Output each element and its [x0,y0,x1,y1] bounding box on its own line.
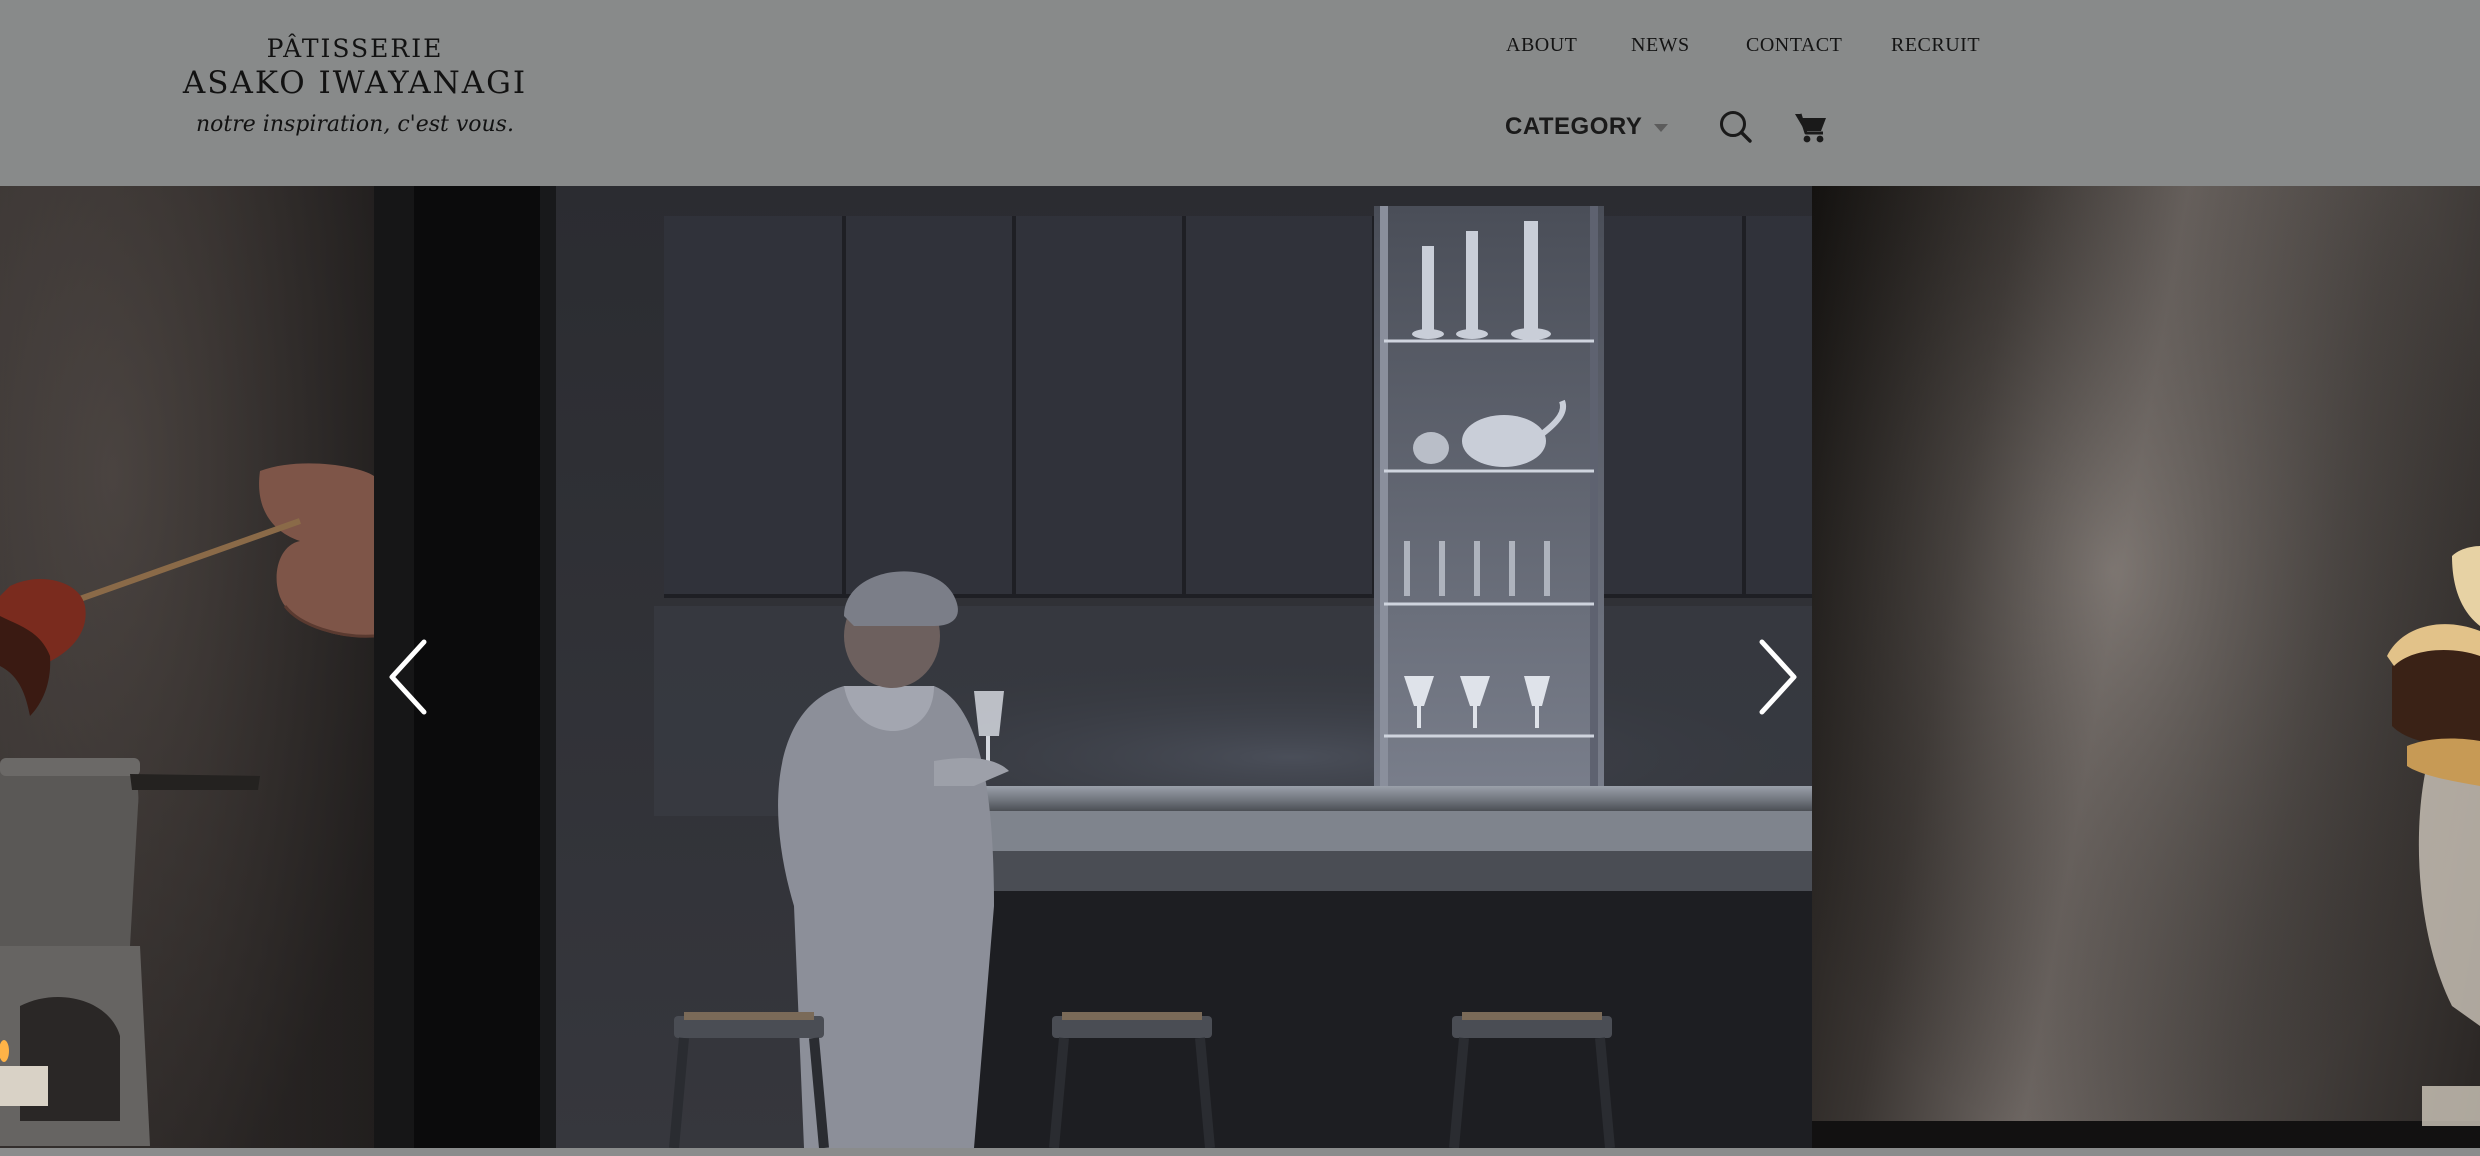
logo-line-2: ASAKO IWAYANAGI [182,65,528,101]
cart-icon [1795,113,1826,143]
nav-link-contact[interactable]: CONTACT [1746,34,1842,57]
search-icon [1720,111,1752,143]
slide-current [374,186,1812,1148]
hero-slider [0,186,2480,1148]
site-logo[interactable]: PÂTISSERIE ASAKO IWAYANAGI notre inspira… [150,34,560,142]
slide-image-fondue [0,186,374,1148]
slide-image-chef-counter [374,186,1812,1148]
chevron-left-icon [389,639,427,715]
nav-link-news[interactable]: NEWS [1631,34,1690,57]
site-header: PÂTISSERIE ASAKO IWAYANAGI notre inspira… [0,0,2480,186]
logo-line-1: PÂTISSERIE [266,34,444,63]
logo-tagline: notre inspiration, c'est vous. [196,112,514,137]
slide-image-parfait [1812,186,2480,1148]
category-label: CATEGORY [1505,113,1643,140]
nav-link-about[interactable]: ABOUT [1506,34,1577,57]
slide-previous [0,186,374,1148]
cart-button[interactable] [1791,107,1831,147]
search-button[interactable] [1716,107,1756,147]
nav-link-recruit[interactable]: RECRUIT [1891,34,1980,57]
page-bottom-strip [0,1148,2480,1156]
category-dropdown[interactable]: CATEGORY [1505,110,1669,144]
slide-next [1812,186,2480,1148]
slider-next-button[interactable] [1752,632,1802,722]
caret-down-icon [1654,124,1669,132]
chevron-right-icon [1759,639,1797,715]
slider-prev-button[interactable] [384,632,434,722]
